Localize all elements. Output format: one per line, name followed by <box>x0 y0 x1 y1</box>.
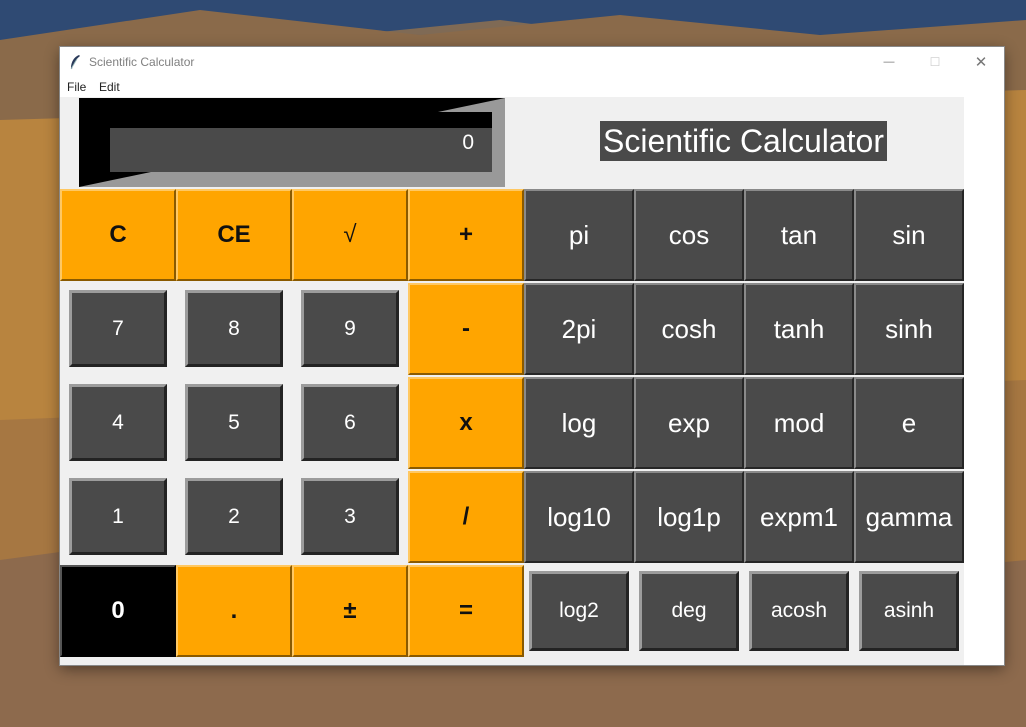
equals-button[interactable]: = <box>408 565 524 657</box>
subtract-button[interactable]: - <box>408 283 524 375</box>
exp-button[interactable]: exp <box>634 377 744 469</box>
e-button[interactable]: e <box>854 377 964 469</box>
app-heading: Scientific Calculator <box>600 121 887 161</box>
window-title: Scientific Calculator <box>89 55 195 69</box>
cos-button[interactable]: cos <box>634 189 744 281</box>
minimize-button[interactable]: — <box>866 47 912 77</box>
decimal-button[interactable]: . <box>176 565 292 657</box>
display-value: 0 <box>462 131 474 154</box>
calculator-window: Scientific Calculator — ☐ ✕ File Edit 0 … <box>60 47 1004 665</box>
clear-entry-button[interactable]: CE <box>176 189 292 281</box>
asinh-button[interactable]: asinh <box>859 571 959 651</box>
square-root-button[interactable]: √ <box>292 189 408 281</box>
tanh-button[interactable]: tanh <box>744 283 854 375</box>
maximize-icon: ☐ <box>929 55 941 69</box>
window-padding <box>964 97 1004 665</box>
feather-icon <box>70 55 80 70</box>
two-pi-button[interactable]: 2pi <box>524 283 634 375</box>
pi-button[interactable]: pi <box>524 189 634 281</box>
display-panel: 0 <box>79 98 505 187</box>
digit-6-button[interactable]: 6 <box>301 384 399 461</box>
minimize-icon: — <box>883 56 895 68</box>
menu-file[interactable]: File <box>67 80 86 94</box>
digit-8-button[interactable]: 8 <box>185 290 283 367</box>
expm1-button[interactable]: expm1 <box>744 471 854 563</box>
divide-button[interactable]: / <box>408 471 524 563</box>
digit-3-button[interactable]: 3 <box>301 478 399 555</box>
log1p-button[interactable]: log1p <box>634 471 744 563</box>
digit-1-button[interactable]: 1 <box>69 478 167 555</box>
mod-button[interactable]: mod <box>744 377 854 469</box>
menu-edit[interactable]: Edit <box>99 80 120 94</box>
calculator-body: 0 Scientific Calculator C CE √ + pi cos … <box>60 97 964 665</box>
deg-button[interactable]: deg <box>639 571 739 651</box>
log-button[interactable]: log <box>524 377 634 469</box>
menu-bar: File Edit <box>60 77 1004 97</box>
maximize-button[interactable]: ☐ <box>912 47 958 77</box>
plus-minus-button[interactable]: ± <box>292 565 408 657</box>
acosh-button[interactable]: acosh <box>749 571 849 651</box>
gamma-button[interactable]: gamma <box>854 471 964 563</box>
tan-button[interactable]: tan <box>744 189 854 281</box>
cosh-button[interactable]: cosh <box>634 283 744 375</box>
digit-7-button[interactable]: 7 <box>69 290 167 367</box>
clear-button[interactable]: C <box>60 189 176 281</box>
sinh-button[interactable]: sinh <box>854 283 964 375</box>
close-button[interactable]: ✕ <box>958 47 1004 77</box>
digit-2-button[interactable]: 2 <box>185 478 283 555</box>
title-bar: Scientific Calculator — ☐ ✕ <box>60 47 1004 77</box>
result-display[interactable]: 0 <box>94 112 492 172</box>
digit-4-button[interactable]: 4 <box>69 384 167 461</box>
digit-0-button[interactable]: 0 <box>60 565 176 657</box>
close-icon: ✕ <box>974 54 988 71</box>
add-button[interactable]: + <box>408 189 524 281</box>
multiply-button[interactable]: x <box>408 377 524 469</box>
sin-button[interactable]: sin <box>854 189 964 281</box>
digit-5-button[interactable]: 5 <box>185 384 283 461</box>
log10-button[interactable]: log10 <box>524 471 634 563</box>
log2-button[interactable]: log2 <box>529 571 629 651</box>
digit-9-button[interactable]: 9 <box>301 290 399 367</box>
